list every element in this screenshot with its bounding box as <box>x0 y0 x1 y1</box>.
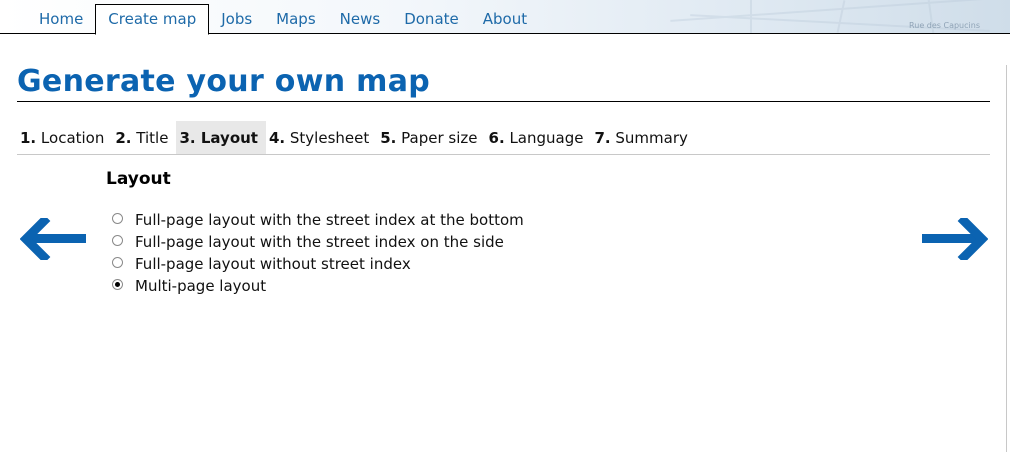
step-layout[interactable]: 3. Layout <box>176 121 266 154</box>
next-step-button[interactable] <box>920 214 989 264</box>
step-location[interactable]: 1. Location <box>17 121 112 154</box>
layout-option-no-index[interactable]: Full-page layout without street index <box>112 253 524 275</box>
step-label: Layout <box>200 129 258 147</box>
nav-jobs[interactable]: Jobs <box>209 4 264 34</box>
option-label: Multi-page layout <box>135 277 267 295</box>
layout-option-index-bottom[interactable]: Full-page layout with the street index a… <box>112 209 524 231</box>
wizard-steps: 1. Location 2. Title 3. Layout 4. Styles… <box>17 121 696 154</box>
nav-donate[interactable]: Donate <box>392 4 471 34</box>
step-number: 7. <box>594 129 611 147</box>
nav-news[interactable]: News <box>328 4 393 34</box>
nav-about[interactable]: About <box>471 4 539 34</box>
step-number: 2. <box>115 129 132 147</box>
steps-divider <box>17 154 990 155</box>
step-number: 4. <box>268 129 286 147</box>
step-number: 5. <box>380 129 397 147</box>
step-language[interactable]: 6. Language <box>486 121 592 154</box>
radio-button[interactable] <box>112 234 123 246</box>
step-label: Language <box>509 129 584 147</box>
step-label: Stylesheet <box>289 129 370 147</box>
option-label: Full-page layout without street index <box>135 255 411 273</box>
arrow-left-icon <box>19 214 86 264</box>
step-stylesheet[interactable]: 4. Stylesheet <box>266 121 377 154</box>
layout-options: Full-page layout with the street index a… <box>112 209 524 297</box>
step-label: Title <box>136 129 169 147</box>
step-label: Paper size <box>401 129 478 147</box>
option-label: Full-page layout with the street index a… <box>135 211 524 229</box>
title-divider <box>17 101 990 102</box>
layout-option-multi-page[interactable]: Multi-page layout <box>112 275 524 297</box>
main-nav: Home Create map Jobs Maps News Donate Ab… <box>27 4 539 35</box>
layout-option-index-side[interactable]: Full-page layout with the street index o… <box>112 231 524 253</box>
step-summary[interactable]: 7. Summary <box>591 121 695 154</box>
step-label: Location <box>40 129 105 147</box>
step-paper-size[interactable]: 5. Paper size <box>377 121 485 154</box>
content-right-border <box>1006 65 1007 452</box>
radio-button-selected[interactable] <box>112 278 123 290</box>
radio-button[interactable] <box>112 212 123 224</box>
step-number: 6. <box>488 129 505 147</box>
page-title: Generate your own map <box>17 64 431 99</box>
step-label: Summary <box>615 129 688 147</box>
layout-heading: Layout <box>106 169 171 189</box>
radio-button[interactable] <box>112 256 123 268</box>
nav-maps[interactable]: Maps <box>264 4 327 34</box>
nav-home[interactable]: Home <box>27 4 95 34</box>
step-title[interactable]: 2. Title <box>112 121 176 154</box>
arrow-right-icon <box>922 214 989 264</box>
top-navigation-bar: Rue des Capucins Home Create map Jobs Ma… <box>0 0 1010 35</box>
previous-step-button[interactable] <box>19 214 88 264</box>
nav-create-map[interactable]: Create map <box>95 4 210 35</box>
map-street-label: Rue des Capucins <box>909 21 980 30</box>
option-label: Full-page layout with the street index o… <box>135 233 504 251</box>
step-number: 1. <box>20 129 37 147</box>
step-number: 3. <box>179 129 196 147</box>
